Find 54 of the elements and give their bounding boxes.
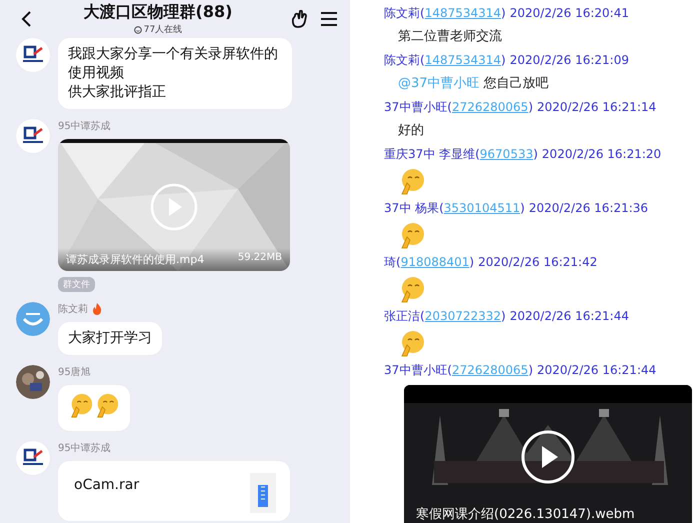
qq-number-link[interactable]: (3530104511) — [439, 201, 525, 215]
logo-avatar — [16, 119, 50, 153]
menu-icon[interactable] — [320, 11, 338, 27]
message-bubble: 我跟大家分享一个有关录屏软件的使用视频 供大家批评指正 — [58, 38, 292, 109]
qq-number-link[interactable]: (2726280065) — [447, 100, 534, 114]
message-time: 2020/2/26 16:20:41 — [510, 5, 629, 22]
sender-name: 陈文莉 — [384, 6, 420, 20]
message-time: 2020/2/26 16:21:44 — [537, 362, 656, 379]
qq-number-link[interactable]: (1487534314) — [420, 53, 506, 67]
message-time: 2020/2/26 16:21:20 — [542, 146, 662, 163]
praying-emoji-icon — [94, 392, 120, 418]
sender-name: 陈文莉 — [384, 53, 420, 67]
logo-avatar — [16, 38, 50, 72]
message-time: 2020/2/26 16:21:36 — [528, 200, 648, 217]
sender-name: 95中谭苏成 — [58, 442, 111, 455]
qq-number-link[interactable]: (2726280065) — [447, 363, 534, 377]
sender-name: 37中曹小旺 — [384, 100, 448, 114]
file-card[interactable]: oCam.rar — [58, 461, 290, 521]
message-time: 2020/2/26 16:21:42 — [478, 254, 598, 271]
smile-avatar — [16, 302, 50, 336]
play-icon[interactable] — [520, 429, 576, 485]
message-text: 好的 — [397, 122, 425, 140]
sender-name: 95唐旭 — [58, 366, 91, 379]
message-time: 2020/2/26 16:21:14 — [537, 99, 656, 116]
sender-name: 重庆37中 李显维 — [384, 147, 476, 161]
qq-number-link[interactable]: (2030722332) — [420, 309, 506, 323]
group-file-tag: 群文件 — [58, 277, 95, 292]
message-time: 2020/2/26 16:21:44 — [510, 308, 629, 325]
sender-name: 37中 杨果 — [384, 201, 440, 215]
video-card[interactable]: 寒假网课介绍(0226.130147).webm — [404, 385, 692, 523]
video-file-name: 谭苏成录屏软件的使用.mp4 — [66, 252, 204, 267]
qq-number-link[interactable]: (9670533) — [475, 147, 538, 161]
qq-number-link[interactable]: (918088401) — [396, 255, 474, 269]
praying-emoji-icon — [68, 392, 94, 418]
back-icon[interactable] — [20, 10, 32, 28]
sender-name: 琦 — [384, 255, 396, 269]
logo-avatar — [16, 441, 50, 475]
message-bubble: 大家打开学习 — [58, 322, 162, 355]
qq-number-link[interactable]: (1487534314) — [420, 6, 506, 20]
zip-file-icon — [250, 473, 276, 513]
photo-avatar — [16, 365, 50, 399]
online-icon — [134, 26, 142, 34]
sender-name: 95中谭苏成 — [58, 120, 111, 133]
sender-name: 陈文莉 — [58, 302, 88, 316]
message-text: 第二位曹老师交流 — [397, 28, 503, 46]
sender-name: 37中曹小旺 — [384, 363, 448, 377]
file-size: 59.22MB — [238, 252, 282, 265]
message-time: 2020/2/26 16:21:09 — [510, 52, 629, 69]
file-name: oCam.rar — [74, 477, 140, 495]
online-count: 77人在线 — [144, 24, 182, 36]
chat-title: 大渡口区物理群(88) — [84, 2, 232, 23]
message-text: @37中曹小旺 您自己放吧 — [397, 75, 550, 93]
sender-name: 张正洁 — [384, 309, 420, 323]
video-file-name: 寒假网课介绍(0226.130147).webm — [416, 506, 635, 523]
